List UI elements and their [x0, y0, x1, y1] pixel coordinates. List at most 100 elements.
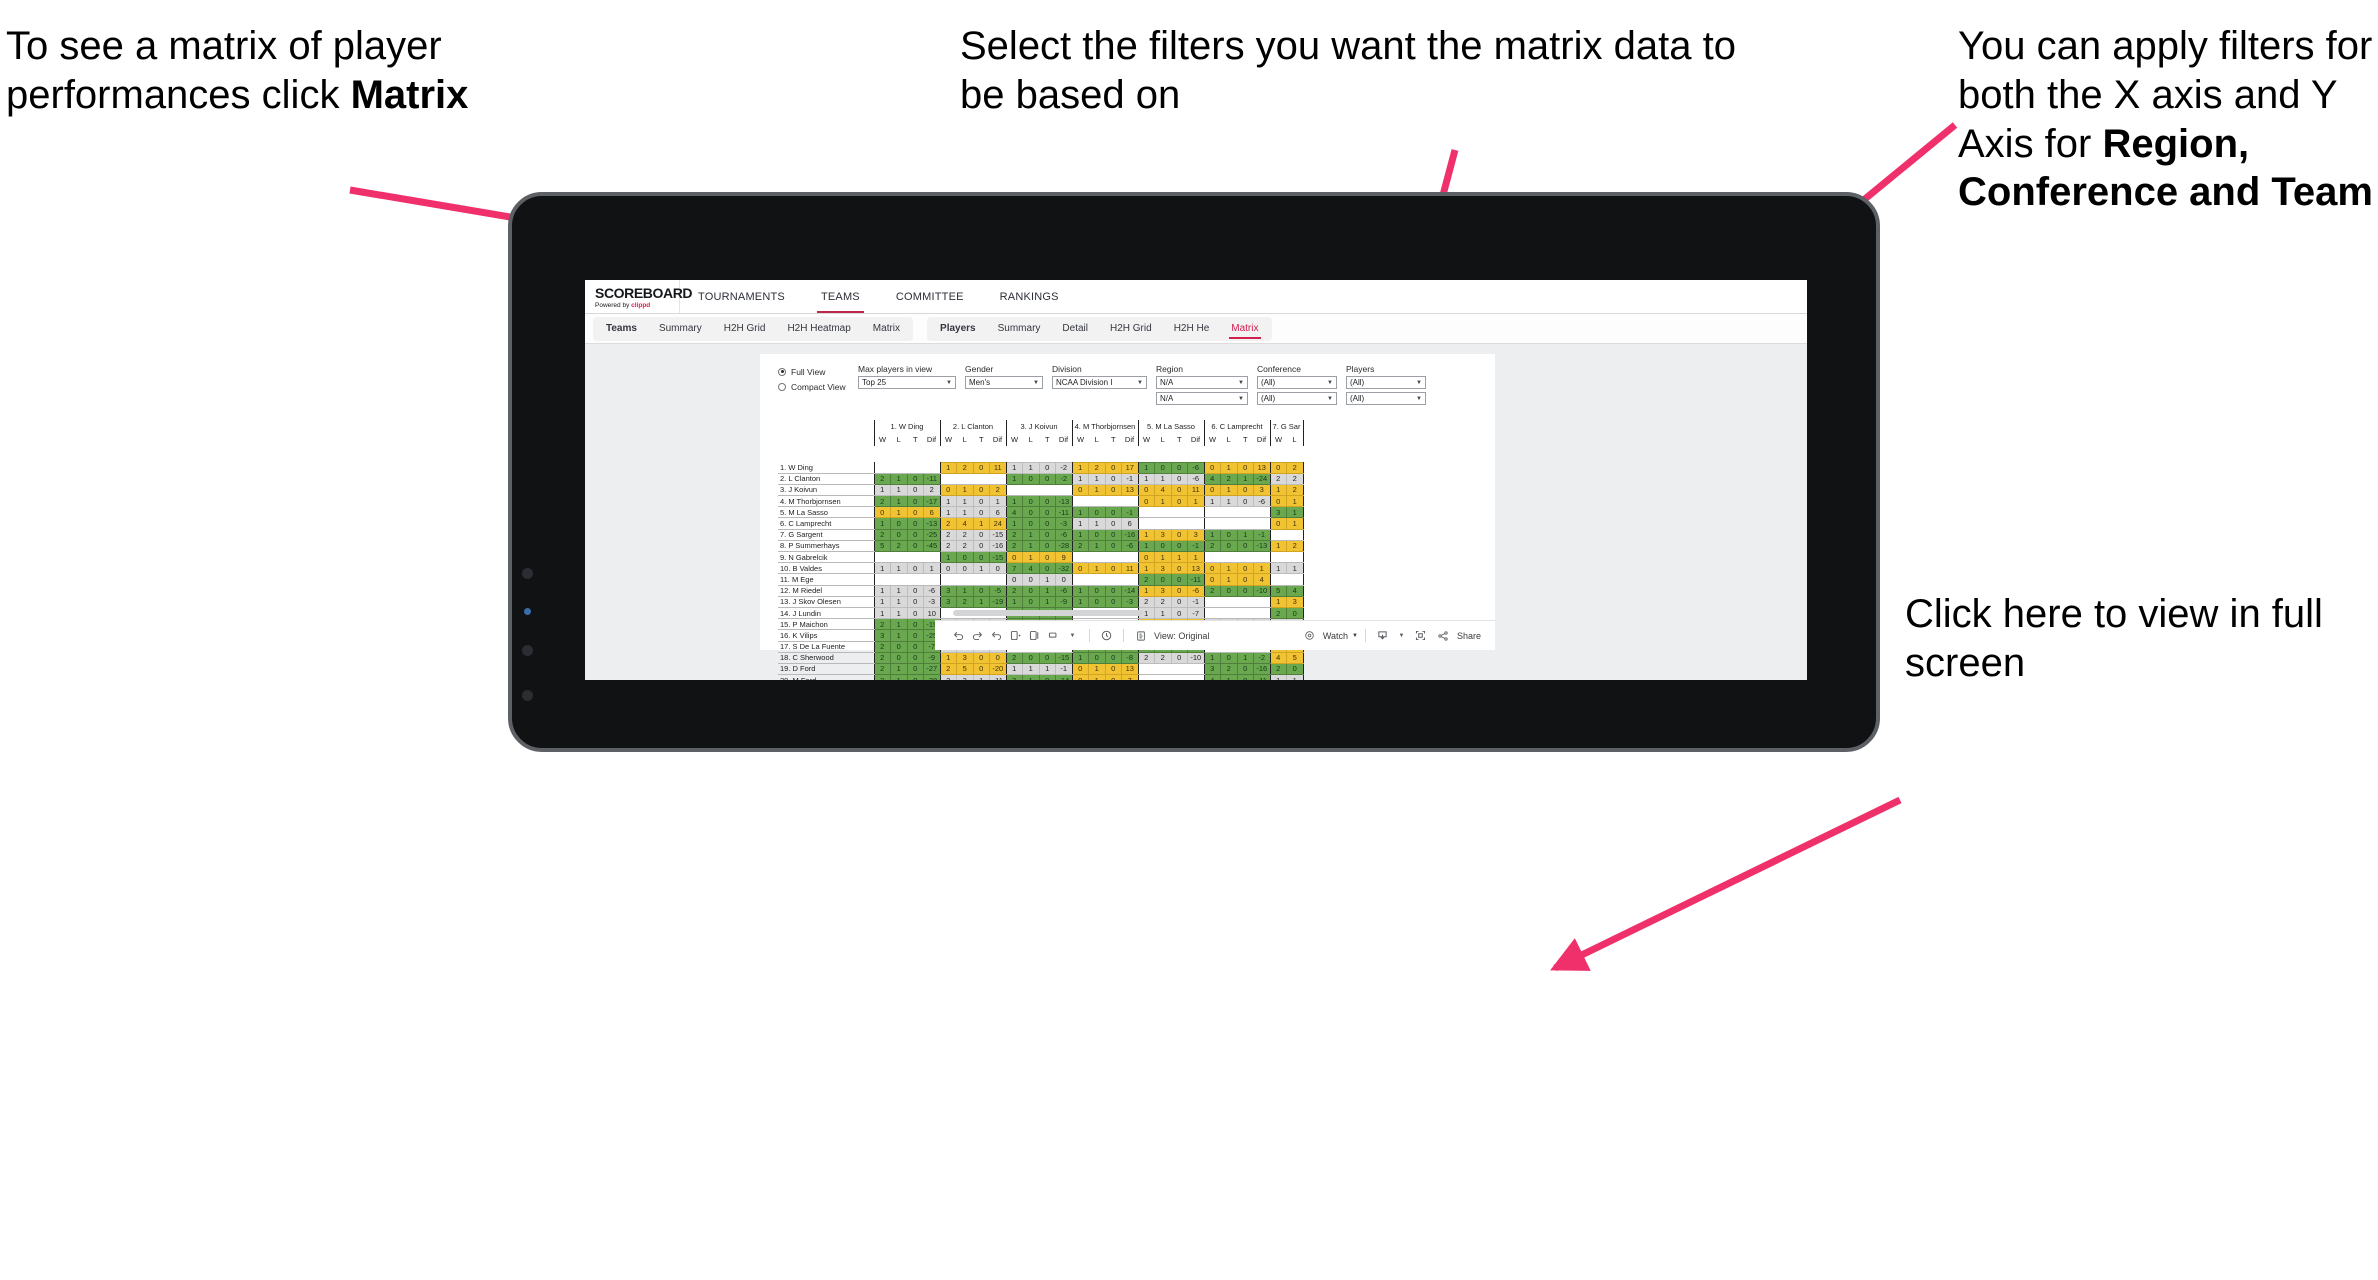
matrix-data-cell[interactable]: -20	[989, 662, 1007, 676]
tab-teams-matrix[interactable]: Matrix	[862, 317, 911, 341]
matrix-data-cell[interactable]: 1	[1005, 517, 1023, 530]
matrix-data-cell[interactable]: 10	[923, 606, 941, 620]
matrix-data-cell[interactable]: 0	[1038, 495, 1056, 508]
matrix-data-cell[interactable]: 1	[956, 495, 974, 508]
matrix-data-cell[interactable]	[1105, 573, 1122, 586]
matrix-data-cell[interactable]: 2	[956, 539, 974, 553]
matrix-data-cell[interactable]: 4	[1286, 584, 1304, 597]
matrix-data-cell[interactable]: 0	[972, 662, 990, 676]
matrix-data-cell[interactable]: -6	[1121, 539, 1139, 553]
matrix-data-cell[interactable]: 2	[1220, 662, 1238, 676]
matrix-data-cell[interactable]: -13	[923, 517, 941, 530]
matrix-data-cell[interactable]	[1154, 674, 1171, 680]
matrix-data-cell[interactable]: 2	[873, 618, 891, 631]
filter-conference-select-y[interactable]: (All) ▼	[1257, 392, 1337, 405]
matrix-data-cell[interactable]: 1	[1187, 495, 1205, 508]
matrix-data-cell[interactable]: 1	[1071, 461, 1089, 474]
matrix-data-cell[interactable]: 0	[1038, 562, 1056, 575]
matrix-data-cell[interactable]	[956, 473, 973, 485]
matrix-data-cell[interactable]: 0	[1088, 651, 1106, 664]
matrix-data-cell[interactable]: 1	[890, 472, 908, 485]
matrix-data-cell[interactable]: 2	[1005, 528, 1023, 541]
matrix-data-cell[interactable]: 0	[1236, 674, 1254, 680]
matrix-data-cell[interactable]: 2	[873, 651, 891, 664]
matrix-data-cell[interactable]: 0	[1022, 517, 1040, 530]
matrix-data-cell[interactable]: 4	[1005, 506, 1023, 519]
matrix-data-cell[interactable]	[1220, 517, 1237, 530]
matrix-data-cell[interactable]	[1171, 517, 1188, 530]
matrix-data-cell[interactable]: 1	[1269, 562, 1287, 575]
matrix-data-cell[interactable]	[1071, 495, 1089, 508]
matrix-data-cell[interactable]: 1	[1220, 573, 1238, 586]
matrix-data-cell[interactable]: 0	[1104, 595, 1122, 608]
matrix-data-cell[interactable]: 1	[923, 562, 941, 575]
matrix-data-cell[interactable]: 11	[1121, 562, 1139, 575]
matrix-data-cell[interactable]: -1	[1187, 539, 1205, 553]
download-icon[interactable]	[1373, 626, 1392, 645]
matrix-data-cell[interactable]: 0	[1236, 662, 1254, 676]
matrix-data-cell[interactable]	[1137, 506, 1155, 519]
matrix-data-cell[interactable]: 1	[1005, 461, 1023, 474]
matrix-data-cell[interactable]: 6	[989, 506, 1007, 519]
matrix-data-cell[interactable]	[1121, 551, 1139, 564]
matrix-data-cell[interactable]: 1	[890, 506, 908, 519]
matrix-data-cell[interactable]: -3	[1055, 517, 1073, 530]
undo-icon[interactable]	[949, 626, 968, 645]
share-button[interactable]: Share	[1434, 626, 1481, 645]
matrix-data-cell[interactable]: -11	[923, 472, 941, 485]
matrix-data-cell[interactable]: 0	[906, 528, 924, 541]
matrix-data-cell[interactable]: 1	[989, 495, 1007, 508]
matrix-data-cell[interactable]	[890, 551, 907, 564]
matrix-data-cell[interactable]: -6	[1187, 584, 1205, 597]
matrix-data-cell[interactable]: -10	[1187, 651, 1205, 664]
matrix-data-cell[interactable]: 0	[1038, 674, 1056, 680]
matrix-data-cell[interactable]: -17	[923, 495, 941, 508]
matrix-data-cell[interactable]: 0	[1137, 550, 1155, 564]
matrix-data-cell[interactable]: 1	[1022, 662, 1040, 676]
matrix-data-cell[interactable]	[873, 462, 891, 474]
matrix-data-cell[interactable]: 1	[1088, 674, 1106, 680]
matrix-data-cell[interactable]: 0	[1203, 573, 1221, 586]
matrix-data-cell[interactable]: 0	[906, 629, 924, 642]
matrix-data-cell[interactable]	[1071, 551, 1089, 564]
matrix-data-cell[interactable]	[1055, 484, 1073, 497]
matrix-data-cell[interactable]: 1	[956, 506, 974, 519]
matrix-data-cell[interactable]	[1137, 663, 1155, 676]
matrix-data-cell[interactable]: 0	[1088, 584, 1106, 597]
matrix-data-cell[interactable]: 1	[1220, 483, 1238, 497]
matrix-data-cell[interactable]	[1121, 495, 1139, 508]
filter-region-select-y[interactable]: N/A ▼	[1156, 392, 1248, 405]
matrix-data-cell[interactable]: 0	[956, 550, 974, 564]
matrix-data-cell[interactable]: 1	[1071, 472, 1089, 485]
matrix-data-cell[interactable]: 0	[1055, 573, 1073, 586]
matrix-data-cell[interactable]: 0	[1038, 517, 1056, 530]
matrix-data-cell[interactable]: 5	[873, 539, 891, 553]
matrix-data-cell[interactable]: 17	[1121, 461, 1139, 474]
matrix-data-cell[interactable]: 0	[906, 584, 924, 597]
matrix-data-cell[interactable]: 0	[972, 506, 990, 519]
matrix-data-cell[interactable]	[1253, 596, 1271, 608]
matrix-data-cell[interactable]: 2	[1286, 461, 1304, 474]
matrix-data-cell[interactable]: 1	[1022, 674, 1040, 680]
matrix-data-cell[interactable]	[1154, 517, 1171, 530]
matrix-data-cell[interactable]: 2	[1286, 472, 1304, 485]
matrix-data-cell[interactable]: 2	[989, 483, 1007, 497]
matrix-data-cell[interactable]: 0	[906, 640, 924, 653]
matrix-data-cell[interactable]	[1187, 517, 1205, 530]
matrix-data-cell[interactable]: 13	[1121, 483, 1139, 497]
matrix-data-cell[interactable]: 1	[1038, 584, 1056, 597]
matrix-data-cell[interactable]: 0	[906, 472, 924, 485]
matrix-data-cell[interactable]: 2	[1286, 539, 1304, 553]
matrix-data-cell[interactable]: 1	[956, 483, 974, 497]
matrix-data-cell[interactable]	[907, 573, 924, 586]
view-original-button[interactable]: View: Original	[1131, 626, 1209, 645]
matrix-data-cell[interactable]: 1	[890, 618, 908, 631]
matrix-data-cell[interactable]: 4	[1203, 674, 1221, 680]
tab-players-matrix[interactable]: Matrix	[1220, 317, 1269, 341]
matrix-data-cell[interactable]: 0	[1038, 528, 1056, 541]
matrix-data-cell[interactable]	[1022, 484, 1039, 497]
matrix-data-cell[interactable]	[1137, 674, 1155, 680]
matrix-data-cell[interactable]	[873, 551, 891, 564]
matrix-data-cell[interactable]: 2	[1137, 651, 1155, 664]
matrix-data-cell[interactable]	[1237, 596, 1254, 608]
